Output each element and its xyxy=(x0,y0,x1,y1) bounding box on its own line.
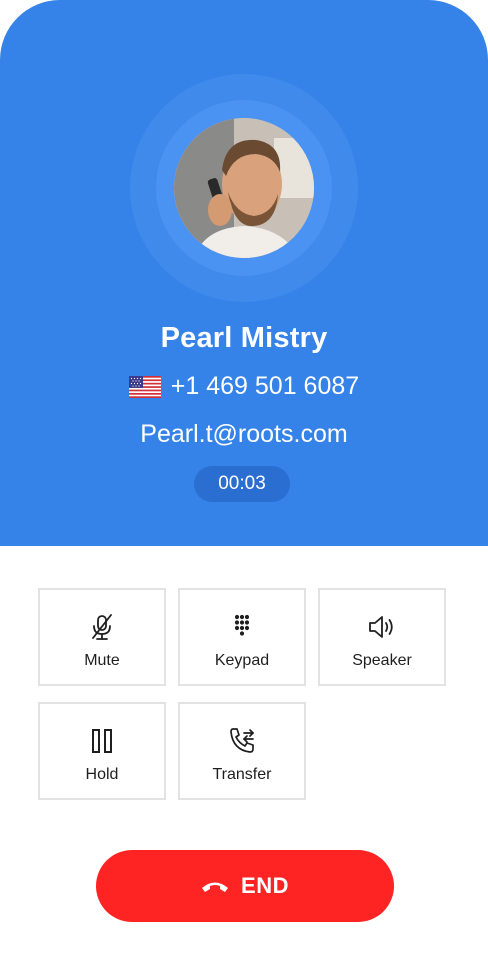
us-flag-icon xyxy=(128,375,161,398)
avatar xyxy=(174,118,314,258)
speaker-icon xyxy=(369,616,393,638)
phone-row: +1 469 501 6087 xyxy=(0,372,488,401)
hang-up-icon xyxy=(202,882,229,892)
speaker-label: Speaker xyxy=(352,652,412,669)
contact-name: Pearl Mistry xyxy=(160,322,328,354)
caller-photo xyxy=(174,118,314,258)
keypad-button[interactable]: Keypad xyxy=(178,588,306,686)
transfer-button[interactable]: Transfer xyxy=(178,702,306,800)
mute-button[interactable]: Mute xyxy=(38,588,166,686)
pause-icon xyxy=(92,729,112,753)
call-transfer-icon xyxy=(230,728,254,753)
dialpad-icon xyxy=(234,614,250,636)
call-timer: 00:03 xyxy=(194,466,290,502)
hold-button[interactable]: Hold xyxy=(38,702,166,800)
hold-label: Hold xyxy=(85,766,119,783)
contact-email: Pearl.t@roots.com xyxy=(140,420,348,448)
keypad-label: Keypad xyxy=(214,652,270,669)
mute-label: Mute xyxy=(84,652,120,669)
end-call-label: END xyxy=(241,873,289,898)
microphone-off-icon xyxy=(92,614,112,640)
transfer-label: Transfer xyxy=(212,766,272,783)
end-call-button[interactable]: END xyxy=(96,850,394,922)
caller-header: Pearl Mistry +1 469 501 6087 Pearl.t@roo… xyxy=(0,0,488,546)
speaker-button[interactable]: Speaker xyxy=(318,588,446,686)
contact-phone: +1 469 501 6087 xyxy=(170,372,360,400)
